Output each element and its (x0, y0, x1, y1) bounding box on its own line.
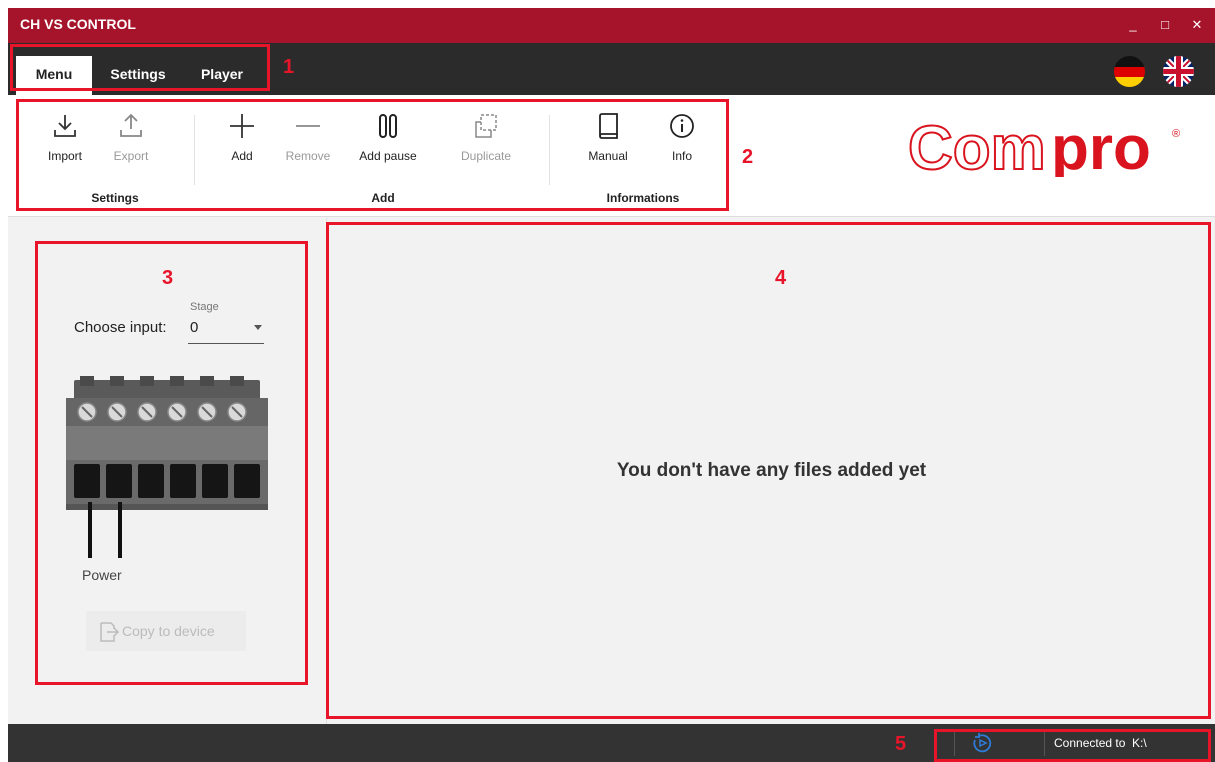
annotation-number-4: 4 (775, 267, 787, 289)
compro-logo: Com pro ® (908, 117, 1180, 177)
annotation-box-3 (35, 241, 308, 685)
annotation-box-4 (326, 222, 1211, 719)
flag-uk-icon[interactable] (1163, 56, 1194, 87)
svg-text:Com: Com (908, 117, 1046, 177)
maximize-button[interactable]: □ (1154, 14, 1176, 36)
close-button[interactable]: ✕ (1186, 14, 1208, 36)
minimize-button[interactable]: _ (1122, 14, 1144, 36)
annotation-box-1 (10, 44, 270, 91)
annotation-box-5 (934, 729, 1211, 762)
annotation-box-2 (16, 99, 729, 211)
annotation-number-2: 2 (742, 146, 754, 168)
svg-text:pro: pro (1051, 117, 1151, 177)
annotation-number-5: 5 (895, 733, 907, 755)
title-bar: CH VS CONTROL _ □ ✕ (8, 8, 1215, 43)
window-title: CH VS CONTROL (20, 16, 136, 32)
annotation-number-1: 1 (283, 56, 295, 78)
annotation-number-3: 3 (162, 267, 174, 289)
flag-germany-icon[interactable] (1114, 56, 1145, 87)
svg-text:®: ® (1172, 128, 1180, 140)
